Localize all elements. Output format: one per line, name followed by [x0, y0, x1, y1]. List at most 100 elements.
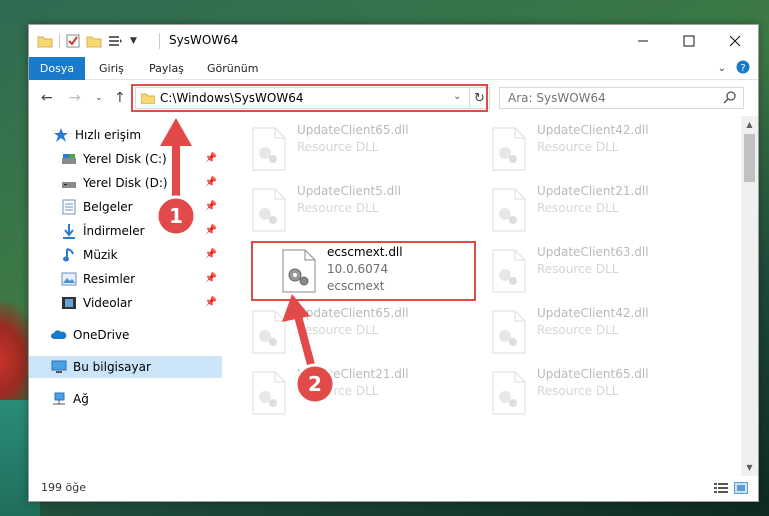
search-box[interactable] [499, 87, 744, 109]
pin-icon[interactable]: 📌 [205, 297, 217, 308]
dll-file-icon [492, 249, 526, 293]
sidebar-item-local-disk-c[interactable]: Yerel Disk (C:) 📌 [29, 148, 222, 170]
file-item[interactable]: UpdateClient65.dll Resource DLL [489, 365, 709, 423]
file-description: Resource DLL [537, 201, 619, 215]
dll-file-icon [492, 310, 526, 354]
file-item[interactable]: UpdateClient21.dll Resource DLL [249, 365, 469, 423]
pin-icon[interactable]: 📌 [205, 201, 217, 212]
sidebar-item-label: Yerel Disk (C:) [83, 152, 167, 166]
dll-file-icon [492, 371, 526, 415]
file-item[interactable]: UpdateClient65.dll Resource DLL [249, 121, 469, 179]
sidebar-item-label: Ağ [73, 392, 89, 406]
back-arrow-icon[interactable]: ← [41, 90, 53, 106]
vertical-scrollbar[interactable]: ▲ ▼ [741, 116, 758, 476]
view-buttons [714, 482, 748, 497]
download-icon [61, 223, 77, 239]
sidebar-item-quick-access[interactable]: Hızlı erişim [29, 124, 222, 146]
new-folder-icon[interactable] [86, 34, 102, 48]
sidebar-item-documents[interactable]: Belgeler 📌 [29, 196, 222, 218]
file-description: Resource DLL [537, 323, 619, 337]
sidebar-item-label: OneDrive [73, 328, 130, 342]
file-item[interactable]: UpdateClient65.dll Resource DLL [249, 304, 469, 362]
pin-icon[interactable]: 📌 [205, 273, 217, 284]
cloud-icon [51, 327, 67, 343]
dll-file-icon [252, 188, 286, 232]
pin-icon[interactable]: 📌 [205, 153, 217, 164]
dll-file-icon [252, 127, 286, 171]
file-explorer-window: ▼ SysWOW64 Dosya Giriş Paylaş Görünüm ⌄ … [28, 24, 759, 502]
music-icon [61, 247, 77, 263]
tab-home[interactable]: Giriş [87, 57, 136, 80]
file-description: Resource DLL [537, 140, 619, 154]
rename-icon[interactable] [108, 34, 124, 48]
dll-file-icon [252, 310, 286, 354]
scroll-thumb[interactable] [744, 134, 755, 182]
pin-icon[interactable]: 📌 [205, 225, 217, 236]
sidebar-item-pictures[interactable]: Resimler 📌 [29, 268, 222, 290]
tab-share[interactable]: Paylaş [137, 57, 196, 80]
network-icon [51, 391, 67, 407]
file-highlight-box [251, 241, 476, 301]
file-name: UpdateClient63.dll [537, 245, 649, 259]
scroll-down-icon[interactable]: ▼ [741, 459, 758, 476]
sidebar-item-network[interactable]: Ağ [29, 388, 222, 410]
file-item[interactable]: UpdateClient63.dll Resource DLL [489, 243, 709, 301]
chevron-down-icon[interactable]: ⌄ [718, 63, 726, 74]
file-name: UpdateClient65.dll [537, 367, 649, 381]
sidebar-item-videos[interactable]: Videolar 📌 [29, 292, 222, 314]
file-item[interactable]: UpdateClient5.dll Resource DLL [249, 182, 469, 240]
ribbon-tabs: Dosya Giriş Paylaş Görünüm ⌄ ? [29, 57, 758, 80]
pin-icon[interactable]: 📌 [205, 177, 217, 188]
properties-icon[interactable] [66, 34, 80, 48]
pin-icon[interactable]: 📌 [205, 249, 217, 260]
maximize-button[interactable] [666, 25, 712, 57]
dll-file-icon [492, 188, 526, 232]
drive-icon [61, 175, 77, 191]
file-description: Resource DLL [297, 323, 379, 337]
file-description: Resource DLL [297, 201, 379, 215]
sidebar-item-label: Resimler [83, 272, 136, 286]
recent-locations-chevron-icon[interactable]: ⌄ [95, 93, 103, 103]
file-name: UpdateClient65.dll [297, 306, 409, 320]
sidebar-item-label: Hızlı erişim [75, 128, 142, 142]
sidebar-item-onedrive[interactable]: OneDrive [29, 324, 222, 346]
scroll-up-icon[interactable]: ▲ [741, 116, 758, 133]
status-bar: 199 öğe [29, 476, 758, 501]
item-count: 199 öğe [41, 481, 86, 494]
tab-file[interactable]: Dosya [29, 57, 85, 80]
sidebar-item-label: Müzik [83, 248, 118, 262]
customize-toolbar-chevron-icon[interactable]: ▼ [130, 36, 137, 46]
minimize-button[interactable] [620, 25, 666, 57]
documents-icon [61, 199, 77, 215]
forward-arrow-icon[interactable]: → [69, 90, 81, 106]
search-icon[interactable] [723, 91, 736, 107]
sidebar-item-label: Bu bilgisayar [73, 360, 151, 374]
sidebar-item-downloads[interactable]: İndirmeler 📌 [29, 220, 222, 242]
sidebar-item-this-pc[interactable]: Bu bilgisayar [29, 356, 222, 378]
file-description: Resource DLL [537, 384, 619, 398]
sidebar-item-local-disk-d[interactable]: Yerel Disk (D:) 📌 [29, 172, 222, 194]
large-icons-view-icon[interactable] [734, 482, 748, 497]
file-item[interactable]: UpdateClient21.dll Resource DLL [489, 182, 709, 240]
file-item[interactable]: UpdateClient42.dll Resource DLL [489, 121, 709, 179]
search-input[interactable] [508, 90, 708, 106]
ribbon-controls: ⌄ ? [718, 60, 750, 77]
sidebar-item-label: Belgeler [83, 200, 133, 214]
file-description: Resource DLL [537, 262, 619, 276]
file-item[interactable]: UpdateClient42.dll Resource DLL [489, 304, 709, 362]
file-name: UpdateClient42.dll [537, 306, 649, 320]
file-description: Resource DLL [297, 384, 379, 398]
folder-icon [37, 34, 53, 48]
up-arrow-icon[interactable]: ↑ [114, 90, 126, 106]
file-description: Resource DLL [297, 140, 379, 154]
close-button[interactable] [712, 25, 758, 57]
help-icon[interactable]: ? [736, 60, 750, 77]
address-row: ← → ⌄ ↑ C:\Windows\SysWOW64 ⌄ ↻ [29, 80, 758, 116]
star-icon [53, 127, 69, 143]
details-view-icon[interactable] [714, 482, 728, 497]
title-bar: ▼ SysWOW64 [29, 25, 758, 57]
divider [59, 34, 60, 48]
sidebar-item-music[interactable]: Müzik 📌 [29, 244, 222, 266]
file-name: UpdateClient42.dll [537, 123, 649, 137]
tab-view[interactable]: Görünüm [195, 57, 270, 80]
